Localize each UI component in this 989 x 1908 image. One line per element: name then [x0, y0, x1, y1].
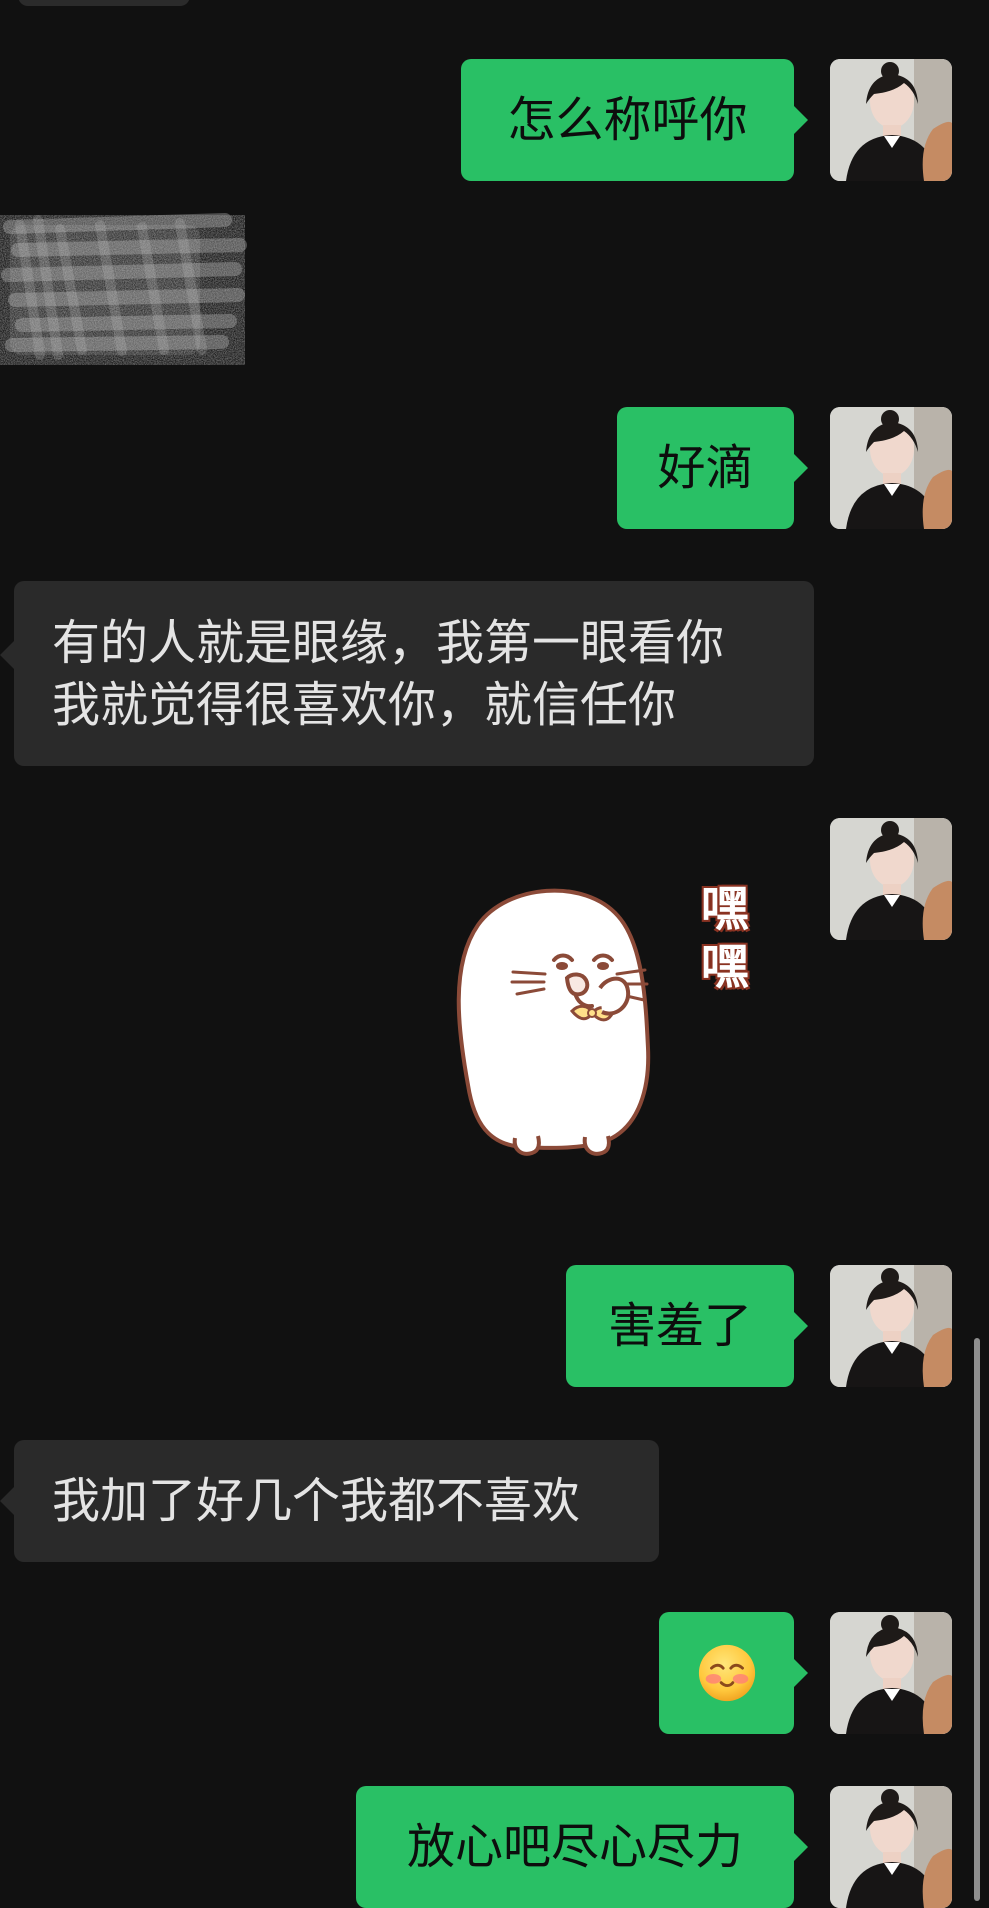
message-text: 放心吧尽心尽力	[406, 1819, 743, 1875]
avatar[interactable]	[830, 1612, 952, 1734]
message-text: 我加了好几个我都不喜欢	[52, 1473, 581, 1529]
avatar[interactable]	[830, 1265, 952, 1387]
chat-conversation: 怎么称呼你 好滴 有的人就是眼缘，我第一眼看你 我就觉得很喜欢你，就信任你 嘿 …	[0, 0, 989, 1908]
message-text: 好滴	[657, 440, 754, 496]
sticker-caption-line: 嘿	[700, 881, 749, 937]
incoming-message-bubble[interactable]: 我加了好几个我都不喜欢	[0, 1440, 659, 1562]
sticker-caption-line: 嘿	[700, 939, 749, 995]
scrollbar-thumb[interactable]	[974, 1338, 980, 1901]
avatar-image	[830, 407, 952, 529]
avatar-image	[830, 59, 952, 181]
outgoing-message-bubble[interactable]: 害羞了	[566, 1265, 808, 1387]
avatar[interactable]	[830, 59, 952, 181]
outgoing-message-bubble[interactable]: 放心吧尽心尽力	[356, 1786, 808, 1908]
avatar[interactable]	[830, 1786, 952, 1908]
message-text: 怎么称呼你	[507, 92, 748, 148]
message-text: 害羞了	[607, 1298, 752, 1354]
avatar-image	[830, 1786, 952, 1908]
outgoing-emoji-bubble[interactable]	[659, 1612, 808, 1734]
message-text-line: 有的人就是眼缘，我第一眼看你	[52, 615, 725, 671]
incoming-message-bubble[interactable]: 有的人就是眼缘，我第一眼看你 我就觉得很喜欢你，就信任你	[0, 581, 814, 766]
message-text-line: 我就觉得很喜欢你，就信任你	[52, 677, 677, 733]
avatar-image	[830, 1265, 952, 1387]
redacted-message-scribble	[0, 213, 247, 365]
previous-message-bubble-edge	[18, 0, 190, 6]
avatar[interactable]	[830, 407, 952, 529]
blushing-emoji	[698, 1644, 755, 1702]
avatar[interactable]	[830, 818, 952, 940]
avatar-image	[830, 1612, 952, 1734]
sticker-caption: 嘿 嘿	[690, 880, 760, 996]
outgoing-message-bubble[interactable]: 好滴	[617, 407, 808, 529]
outgoing-message-bubble[interactable]: 怎么称呼你	[461, 59, 808, 181]
avatar-image	[830, 818, 952, 940]
